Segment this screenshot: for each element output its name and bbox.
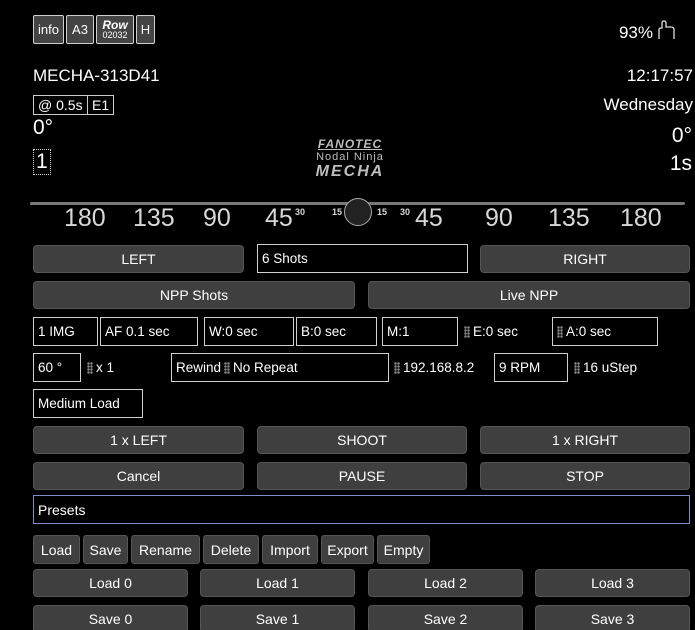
save-slot-1[interactable]: Save 1	[200, 605, 355, 630]
repeat-value: No Repeat	[233, 360, 298, 375]
info-button[interactable]: info	[33, 15, 64, 44]
step-right-button[interactable]: 1 x RIGHT	[480, 426, 690, 454]
preset-load-button[interactable]: Load	[33, 535, 80, 564]
ruler-tick: 45	[265, 204, 293, 232]
drag-handle-icon[interactable]	[224, 361, 231, 374]
left-button[interactable]: LEFT	[33, 245, 244, 273]
npp-shots-button[interactable]: NPP Shots	[33, 281, 355, 309]
wait-field[interactable]: W:0 sec	[204, 317, 294, 346]
drag-handle-icon[interactable]	[87, 361, 93, 374]
load-field[interactable]: Medium Load	[33, 389, 143, 418]
fanotec-logo: FANOTEC Nodal Ninja MECHA	[300, 137, 400, 181]
shots-field[interactable]: 6 Shots	[257, 244, 468, 273]
logo-brand: FANOTEC	[317, 137, 383, 151]
preset-empty-button[interactable]: Empty	[377, 535, 430, 564]
load-slot-0[interactable]: Load 0	[33, 569, 188, 597]
preset-save-button[interactable]: Save	[83, 535, 128, 564]
row-value: 02032	[102, 30, 128, 40]
rotation-ruler[interactable]: 180 135 90 45 30 15 15 30 45 90 135 180	[30, 198, 690, 238]
hand-icon[interactable]	[654, 19, 676, 41]
pause-button[interactable]: PAUSE	[257, 462, 467, 490]
drag-handle-icon[interactable]	[574, 361, 580, 374]
load-slot-1[interactable]: Load 1	[200, 569, 355, 597]
img-field[interactable]: 1 IMG	[33, 317, 98, 346]
e1-badge[interactable]: E1	[87, 95, 115, 115]
a-field[interactable]: A:0 sec	[552, 317, 658, 346]
ruler-tick: 45	[415, 204, 443, 232]
live-npp-button[interactable]: Live NPP	[368, 281, 690, 309]
ruler-tick: 180	[64, 204, 106, 232]
logo-line3: MECHA	[315, 163, 385, 180]
m-field[interactable]: M:1	[382, 317, 458, 346]
clock: 12:17:57	[626, 66, 693, 85]
preset-export-button[interactable]: Export	[321, 535, 374, 564]
interval-badge[interactable]: @ 0.5s	[33, 95, 88, 115]
cancel-button[interactable]: Cancel	[33, 462, 244, 490]
af-field[interactable]: AF 0.1 sec	[100, 317, 198, 346]
ruler-tick: 135	[133, 204, 175, 232]
ruler-tick-small: 15	[332, 207, 343, 217]
save-slot-3[interactable]: Save 3	[535, 605, 690, 630]
device-name: MECHA-313D41	[33, 66, 160, 85]
angle-field[interactable]: 60 °	[33, 353, 81, 382]
duration: 1s	[669, 152, 692, 175]
bulb-field[interactable]: B:0 sec	[296, 317, 377, 346]
preset-delete-button[interactable]: Delete	[203, 535, 259, 564]
multiplier-field[interactable]: x 1	[83, 353, 169, 382]
step-left-button[interactable]: 1 x LEFT	[33, 426, 244, 454]
nodal-ninja-dial-icon	[344, 198, 372, 226]
ip-value: 192.168.8.2	[403, 360, 475, 375]
multiplier-value: x 1	[96, 360, 115, 375]
preset-rename-button[interactable]: Rename	[131, 535, 200, 564]
stop-button[interactable]: STOP	[480, 462, 690, 490]
rpm-field[interactable]: 9 RPM	[494, 353, 568, 382]
shoot-button[interactable]: SHOOT	[257, 426, 467, 454]
ustep-field[interactable]: 16 uStep	[570, 353, 688, 382]
load-slot-3[interactable]: Load 3	[535, 569, 690, 597]
drag-handle-icon[interactable]	[394, 361, 400, 374]
e-value: E:0 sec	[473, 324, 519, 339]
drag-handle-icon[interactable]	[464, 325, 470, 338]
ruler-tick: 180	[620, 204, 662, 232]
angle-left: 0°	[33, 116, 54, 139]
load-slot-2[interactable]: Load 2	[368, 569, 523, 597]
a-value: A:0 sec	[566, 324, 612, 339]
ruler-tick: 90	[485, 204, 513, 232]
row-button[interactable]: Row 02032	[96, 15, 134, 44]
h-button[interactable]: H	[136, 15, 155, 44]
a3-button[interactable]: A3	[66, 15, 94, 44]
save-slot-0[interactable]: Save 0	[33, 605, 188, 630]
save-slot-2[interactable]: Save 2	[368, 605, 523, 630]
ustep-value: 16 uStep	[583, 360, 638, 375]
weekday: Wednesday	[603, 95, 693, 114]
ruler-tick-small: 30	[400, 207, 411, 217]
ruler-tick: 90	[203, 204, 231, 232]
presets-select[interactable]: Presets	[33, 495, 690, 524]
rewind-label: Rewind	[176, 360, 222, 375]
e-field[interactable]: E:0 sec	[460, 317, 550, 346]
shot-count[interactable]: 1	[33, 149, 51, 175]
drag-handle-icon[interactable]	[557, 325, 563, 338]
angle-right: 0°	[671, 124, 692, 147]
logo-line2: Nodal Ninja	[316, 151, 384, 163]
preset-import-button[interactable]: Import	[262, 535, 318, 564]
ruler-tick-small: 15	[377, 207, 388, 217]
ruler-tick-small: 30	[295, 207, 306, 217]
ip-field[interactable]: 192.168.8.2	[390, 353, 492, 382]
battery-level: 93%	[618, 23, 653, 42]
rewind-field[interactable]: Rewind No Repeat	[171, 353, 389, 382]
right-button[interactable]: RIGHT	[480, 245, 690, 273]
ruler-tick: 135	[548, 204, 590, 232]
